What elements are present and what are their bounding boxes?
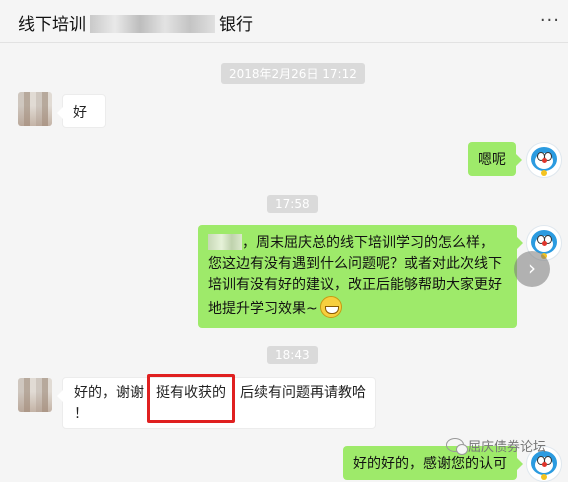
message-bubble-right[interactable]: 嗯呢 — [468, 142, 522, 176]
chat-title: 线下培训 银行 — [18, 10, 253, 35]
message-text: 嗯呢 — [478, 152, 506, 168]
grin-emoji-icon — [319, 296, 342, 318]
chat-header: 线下培训 银行 ··· — [0, 0, 568, 43]
wechat-icon — [446, 438, 468, 455]
timestamp-3: 18:43 — [267, 346, 318, 364]
more-icon[interactable]: ··· — [540, 10, 560, 31]
chat-title-prefix: 线下培训 — [18, 15, 86, 35]
user-avatar[interactable] — [526, 142, 562, 178]
message-text: ，周末屈庆总的线下培训学习的怎么样，您这边有没有遇到什么问题呢？或者对此次线下培… — [208, 235, 502, 317]
message-bubble-left[interactable]: 好 — [57, 94, 106, 128]
message-bubble-right-long[interactable]: ，周末屈庆总的线下培训学习的怎么样，您这边有没有遇到什么问题呢？或者对此次线下培… — [198, 225, 523, 328]
redacted-name — [90, 15, 215, 33]
contact-avatar[interactable] — [18, 378, 52, 412]
message-text-part-1: 好的，谢谢 — [74, 385, 144, 401]
red-highlight-box — [147, 374, 235, 423]
watermark: 屈庆债券论坛 — [446, 436, 546, 455]
timestamp-2: 17:58 — [267, 195, 318, 213]
watermark-text: 屈庆债券论坛 — [468, 440, 547, 455]
timestamp-1: 2018年2月26日 17:12 — [221, 63, 365, 84]
message-text-part-3: 后续有问题再请教哈 — [240, 385, 366, 401]
message-text: 好 — [73, 105, 87, 121]
message-text: 好的好的，感谢您的认可 — [353, 456, 507, 472]
redacted-name — [208, 234, 242, 250]
chat-title-suffix: 银行 — [219, 15, 253, 35]
message-text-part-4: ！ — [74, 406, 88, 422]
contact-avatar[interactable] — [18, 92, 52, 126]
chevron-right-icon[interactable]: › — [514, 251, 550, 287]
